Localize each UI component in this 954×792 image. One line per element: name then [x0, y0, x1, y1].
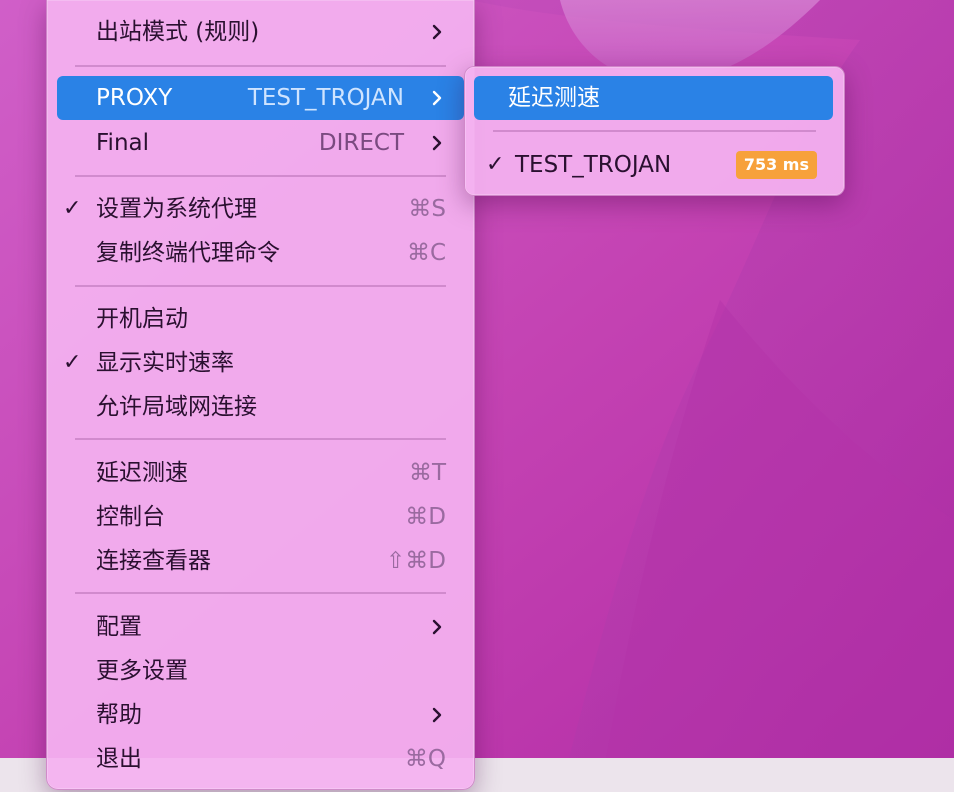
final-policy-value: DIRECT — [318, 130, 404, 156]
menu-separator — [493, 130, 816, 132]
menu-item-label: 允许局域网连接 — [96, 394, 257, 420]
menu-item-label: 显示实时速率 — [96, 350, 234, 376]
menu-item-outbound-mode[interactable]: 出站模式 (规则) — [57, 10, 464, 54]
selected-proxy-value: TEST_TROJAN — [247, 85, 404, 111]
menu-item-label: 开机启动 — [96, 306, 188, 332]
menu-item-set-system-proxy[interactable]: ✓ 设置为系统代理 ⌘S — [57, 187, 464, 231]
keyboard-shortcut: ⌘S — [408, 196, 446, 222]
menu-separator — [75, 285, 446, 287]
menu-item-help[interactable]: 帮助 — [57, 693, 464, 737]
menu-item-label: 更多设置 — [96, 658, 188, 684]
menu-item-console[interactable]: 控制台 ⌘D — [57, 495, 464, 539]
menu-separator — [75, 438, 446, 440]
menu-separator — [75, 592, 446, 594]
latency-badge: 753 ms — [735, 151, 817, 179]
keyboard-shortcut: ⌘Q — [404, 746, 446, 772]
chevron-right-icon — [432, 24, 442, 40]
menu-item-label: 延迟测速 — [96, 460, 188, 486]
menu-item-connection-viewer[interactable]: 连接查看器 ⇧⌘D — [57, 539, 464, 583]
menu-item-latency-test[interactable]: 延迟测速 ⌘T — [57, 451, 464, 495]
submenu-item-node-test-trojan[interactable]: ✓ TEST_TROJAN 753 ms — [474, 143, 833, 187]
menu-item-more-settings[interactable]: 更多设置 — [57, 649, 464, 693]
menu-item-show-realtime-speed[interactable]: ✓ 显示实时速率 — [57, 341, 464, 385]
menu-item-label: 配置 — [96, 614, 142, 640]
keyboard-shortcut: ⌘D — [405, 504, 446, 530]
menu-item-label: Final — [96, 130, 150, 156]
menu-separator — [75, 65, 446, 67]
menu-item-label: 复制终端代理命令 — [96, 240, 280, 266]
menu-item-config[interactable]: 配置 — [57, 605, 464, 649]
menu-item-launch-at-login[interactable]: 开机启动 — [57, 297, 464, 341]
menu-item-label: 帮助 — [96, 702, 142, 728]
menu-item-quit[interactable]: 退出 ⌘Q — [57, 737, 464, 781]
keyboard-shortcut: ⌘C — [406, 240, 446, 266]
checkmark-icon: ✓ — [63, 350, 82, 375]
menu-item-label: 连接查看器 — [96, 548, 211, 574]
menu-item-label: PROXY — [96, 85, 173, 111]
menu-item-allow-lan[interactable]: 允许局域网连接 — [57, 385, 464, 429]
menu-item-label: 退出 — [96, 746, 142, 772]
keyboard-shortcut: ⇧⌘D — [386, 548, 446, 574]
status-bar-menu: 出站模式 (规则) PROXY TEST_TROJAN Final DIRECT… — [46, 0, 475, 790]
proxy-submenu: 延迟测速 ✓ TEST_TROJAN 753 ms — [464, 66, 845, 196]
node-name: TEST_TROJAN — [515, 152, 672, 178]
menu-item-proxy[interactable]: PROXY TEST_TROJAN — [57, 76, 464, 120]
chevron-right-icon — [432, 619, 442, 635]
menu-item-copy-terminal-proxy[interactable]: 复制终端代理命令 ⌘C — [57, 231, 464, 275]
chevron-right-icon — [432, 90, 442, 106]
menu-item-label: 延迟测速 — [508, 85, 600, 111]
menu-item-label: 控制台 — [96, 504, 165, 530]
chevron-right-icon — [432, 135, 442, 151]
chevron-right-icon — [432, 707, 442, 723]
submenu-item-latency-test[interactable]: 延迟测速 — [474, 76, 833, 120]
keyboard-shortcut: ⌘T — [408, 460, 446, 486]
menu-item-label: 设置为系统代理 — [96, 196, 257, 222]
menu-item-final[interactable]: Final DIRECT — [57, 121, 464, 165]
menu-item-label: 出站模式 (规则) — [96, 19, 260, 45]
menu-separator — [75, 175, 446, 177]
checkmark-icon: ✓ — [63, 196, 82, 221]
checkmark-icon: ✓ — [486, 152, 505, 177]
